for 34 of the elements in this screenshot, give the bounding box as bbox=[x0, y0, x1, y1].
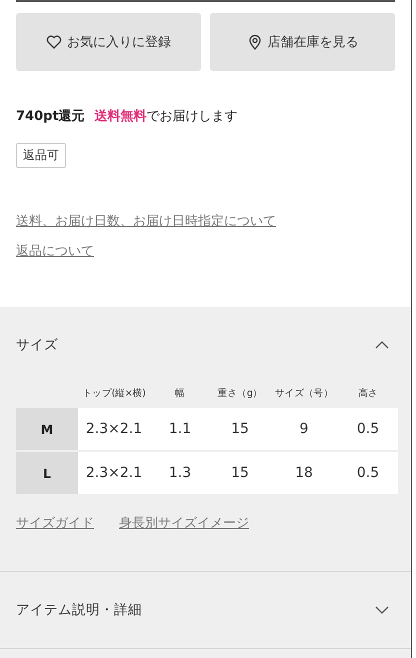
action-button[interactable]: 店舗在庫を見る bbox=[210, 13, 395, 71]
table-cell: 1.1 bbox=[150, 408, 210, 450]
action-button[interactable]: お気に入りに登録 bbox=[16, 13, 201, 71]
section-title: サイズ bbox=[16, 336, 58, 354]
size-section-header[interactable]: サイズ bbox=[16, 307, 395, 383]
expand-chevron-icon[interactable] bbox=[375, 605, 389, 615]
table-cell: 2.3×2.1 bbox=[78, 408, 150, 450]
table-cell: 2.3×2.1 bbox=[78, 452, 150, 494]
column-header: 幅 bbox=[174, 387, 186, 401]
section-title: アイテム説明・詳細 bbox=[16, 601, 142, 619]
table-cell: 15 bbox=[210, 452, 270, 494]
column-header: トップ(縦×横) bbox=[82, 387, 146, 401]
size-link[interactable]: 身長別サイズイメージ bbox=[119, 514, 249, 532]
collapse-chevron-icon[interactable] bbox=[375, 340, 389, 350]
table-cell: 18 bbox=[270, 452, 338, 494]
column-header: 重さ（g） bbox=[216, 387, 264, 401]
table-cell: 9 bbox=[270, 408, 338, 450]
column-header: 高さ bbox=[357, 387, 379, 401]
returnable-tag: 返品可 bbox=[16, 143, 66, 168]
size-label-cell: L bbox=[16, 452, 78, 494]
shipping-text: 送料無料でお届けします bbox=[94, 108, 238, 125]
table-cell: 15 bbox=[210, 408, 270, 450]
size-label-cell: M bbox=[16, 408, 78, 450]
location-pin-icon bbox=[246, 34, 262, 50]
heart-icon bbox=[46, 34, 62, 50]
points-text: 740pt還元 bbox=[16, 108, 85, 125]
info-link[interactable]: 返品について bbox=[16, 242, 94, 260]
info-link[interactable]: 送料、お届け日数、お届け日時指定について bbox=[16, 212, 276, 230]
detail-section-header[interactable]: アイテム説明・詳細 bbox=[16, 572, 395, 648]
table-cell: 0.5 bbox=[338, 452, 398, 494]
column-header: サイズ（号） bbox=[274, 387, 334, 401]
table-cell: 0.5 bbox=[338, 408, 398, 450]
size-link[interactable]: サイズガイド bbox=[16, 514, 94, 532]
table-cell: 1.3 bbox=[150, 452, 210, 494]
